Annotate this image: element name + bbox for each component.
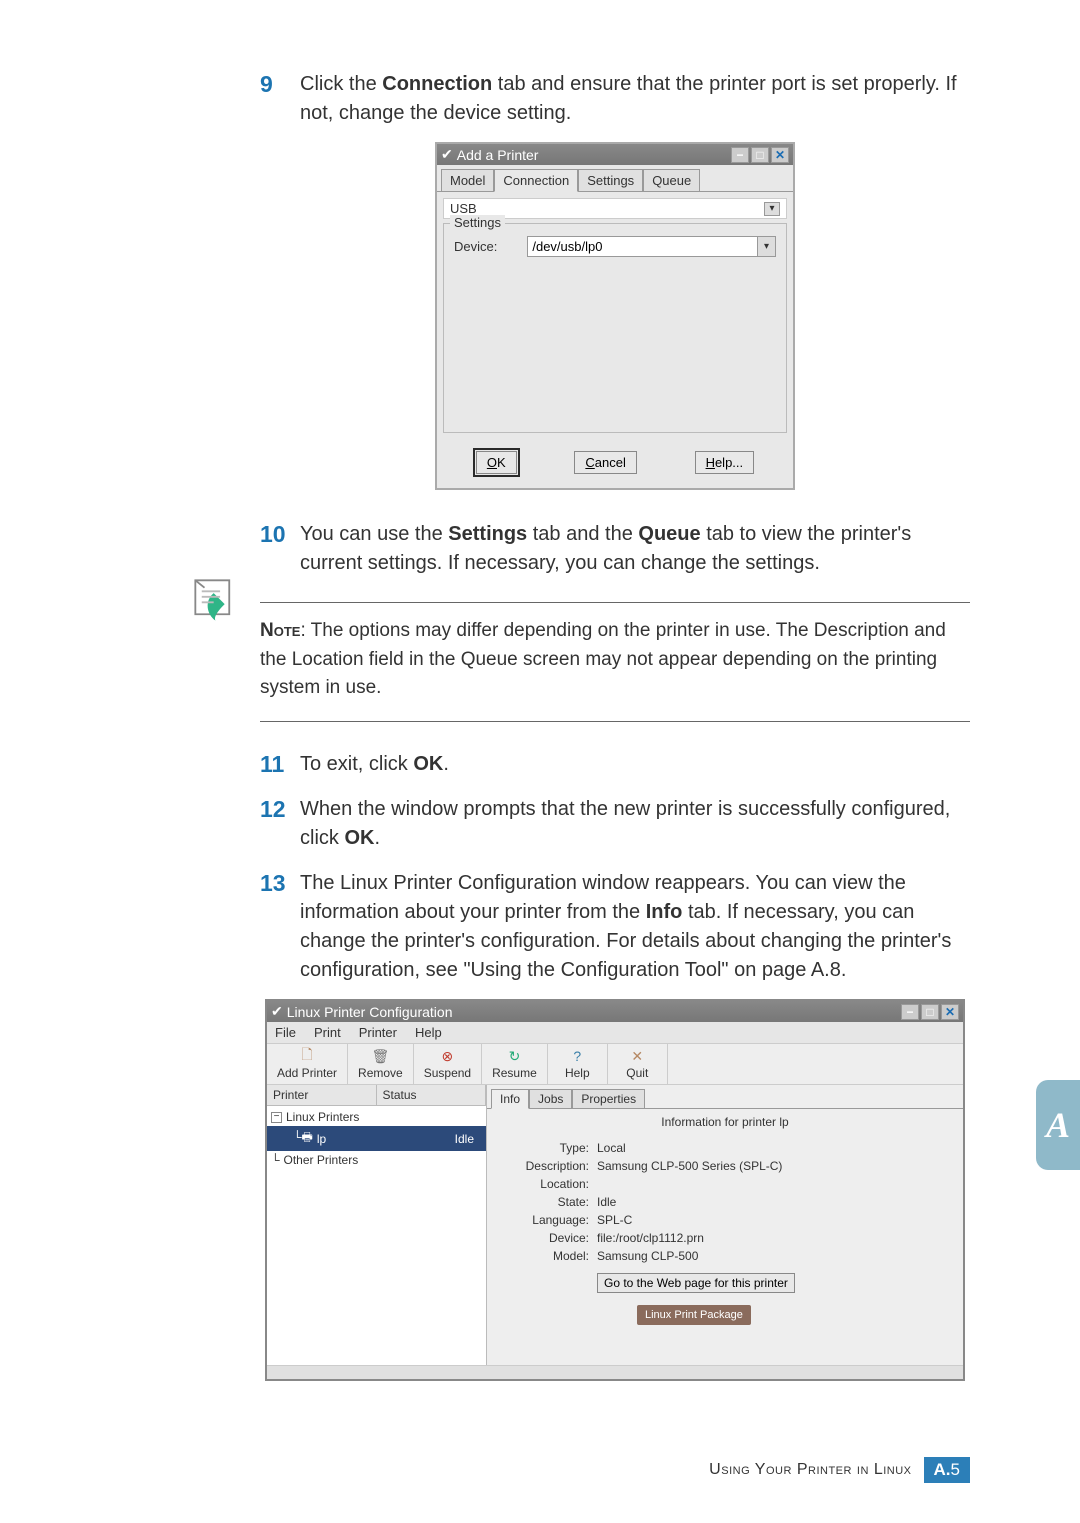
page-number-badge: A.5 <box>924 1457 970 1483</box>
tab-settings[interactable]: Settings <box>578 169 643 191</box>
titlebar: ✔ Add a Printer − □ ✕ <box>437 144 793 165</box>
tree-header-status[interactable]: Status <box>377 1085 487 1105</box>
settings-legend: Settings <box>450 215 505 230</box>
chevron-down-icon: ▾ <box>764 202 780 216</box>
resume-icon: ↻ <box>505 1048 523 1064</box>
ok-button[interactable]: OK <box>476 451 517 474</box>
maximize-button[interactable]: □ <box>921 1004 939 1020</box>
help-button[interactable]: Help... <box>695 451 755 474</box>
dialog-title: Add a Printer <box>457 147 539 163</box>
note-icon <box>188 573 243 628</box>
tab-jobs[interactable]: Jobs <box>529 1089 572 1108</box>
tab-queue[interactable]: Queue <box>643 169 700 191</box>
tree-item-lp[interactable]: └🖶 lp Idle <box>267 1126 486 1151</box>
info-row-device: Device:file:/root/clp1112.prn <box>497 1229 953 1247</box>
note-text: Note: The options may differ depending o… <box>260 617 970 703</box>
menu-file[interactable]: File <box>275 1025 296 1040</box>
tab-info[interactable]: Info <box>491 1089 529 1109</box>
window-menu-icon[interactable]: ✔ <box>441 146 453 163</box>
tab-connection[interactable]: Connection <box>494 169 578 192</box>
step-text: The Linux Printer Configuration window r… <box>300 869 970 985</box>
close-button[interactable]: ✕ <box>771 147 789 163</box>
info-panel: Info Jobs Properties Information for pri… <box>487 1085 963 1365</box>
info-row-description: Description:Samsung CLP-500 Series (SPL-… <box>497 1157 953 1175</box>
device-input[interactable] <box>528 237 757 256</box>
tree-header-printer[interactable]: Printer <box>267 1085 377 1105</box>
settings-group: Settings Device: ▾ <box>443 223 787 433</box>
menu-print[interactable]: Print <box>314 1025 341 1040</box>
toolbar-quit[interactable]: ✕ Quit <box>608 1044 668 1084</box>
page-footer: Using Your Printer in Linux A.5 <box>0 1457 1080 1483</box>
step-number: 12 <box>260 795 300 825</box>
titlebar: ✔ Linux Printer Configuration − □ ✕ <box>267 1001 963 1022</box>
linux-printer-config-dialog: ✔ Linux Printer Configuration − □ ✕ File… <box>265 999 965 1381</box>
info-row-location: Location: <box>497 1175 953 1193</box>
trash-icon: 🗑 <box>371 1048 389 1064</box>
tree-item-other-printers[interactable]: └ Other Printers <box>267 1151 486 1169</box>
toolbar-help[interactable]: ? Help <box>548 1044 608 1084</box>
step-number: 9 <box>260 70 300 100</box>
tab-properties[interactable]: Properties <box>572 1089 645 1108</box>
menubar: File Print Printer Help <box>267 1022 963 1043</box>
chevron-down-icon: ▾ <box>757 237 775 256</box>
info-title: Information for printer lp <box>487 1109 963 1139</box>
info-row-model: Model:Samsung CLP-500 <box>497 1247 953 1265</box>
statusbar <box>267 1365 963 1379</box>
tab-model[interactable]: Model <box>441 169 494 191</box>
linux-print-package-logo: Linux Print Package <box>637 1305 751 1325</box>
printer-tree-panel: Printer Status − Linux Printers └🖶 lp Id… <box>267 1085 487 1365</box>
note-block: Note: The options may differ depending o… <box>260 602 970 722</box>
collapse-icon[interactable]: − <box>271 1112 282 1123</box>
step-number: 11 <box>260 750 300 780</box>
suspend-icon: ⊗ <box>438 1048 456 1064</box>
step-text: Click the Connection tab and ensure that… <box>300 70 970 128</box>
minimize-button[interactable]: − <box>731 147 749 163</box>
info-row-state: State:Idle <box>497 1193 953 1211</box>
step-text: You can use the Settings tab and the Que… <box>300 520 970 578</box>
device-select[interactable]: ▾ <box>527 236 776 257</box>
close-button[interactable]: ✕ <box>941 1004 959 1020</box>
info-row-type: Type:Local <box>497 1139 953 1157</box>
toolbar-suspend[interactable]: ⊗ Suspend <box>414 1044 482 1084</box>
info-row-language: Language:SPL-C <box>497 1211 953 1229</box>
step-number: 10 <box>260 520 300 550</box>
printer-icon: 🗋 <box>298 1048 316 1064</box>
toolbar: 🗋 Add Printer 🗑 Remove ⊗ Suspend ↻ Resum… <box>267 1043 963 1085</box>
maximize-button[interactable]: □ <box>751 147 769 163</box>
toolbar-resume[interactable]: ↻ Resume <box>482 1044 548 1084</box>
help-icon: ? <box>568 1048 586 1064</box>
cancel-button[interactable]: Cancel <box>574 451 636 474</box>
web-page-button[interactable]: Go to the Web page for this printer <box>597 1273 795 1293</box>
step-text: When the window prompts that the new pri… <box>300 795 970 853</box>
menu-printer[interactable]: Printer <box>359 1025 397 1040</box>
window-menu-icon[interactable]: ✔ <box>271 1003 283 1020</box>
toolbar-add-printer[interactable]: 🗋 Add Printer <box>267 1044 348 1084</box>
step-number: 13 <box>260 869 300 899</box>
menu-help[interactable]: Help <box>415 1025 442 1040</box>
toolbar-remove[interactable]: 🗑 Remove <box>348 1044 414 1084</box>
step-text: To exit, click OK. <box>300 750 449 779</box>
dialog-title: Linux Printer Configuration <box>287 1004 453 1020</box>
quit-icon: ✕ <box>628 1048 646 1064</box>
dialog-tabs: Model Connection Settings Queue <box>437 165 793 192</box>
appendix-tab: A <box>1036 1080 1080 1170</box>
tree-item-linux-printers[interactable]: − Linux Printers <box>267 1108 486 1126</box>
minimize-button[interactable]: − <box>901 1004 919 1020</box>
device-label: Device: <box>454 239 497 254</box>
footer-text: Using Your Printer in Linux <box>709 1461 911 1479</box>
add-printer-dialog: ✔ Add a Printer − □ ✕ Model Connection S… <box>435 142 795 490</box>
